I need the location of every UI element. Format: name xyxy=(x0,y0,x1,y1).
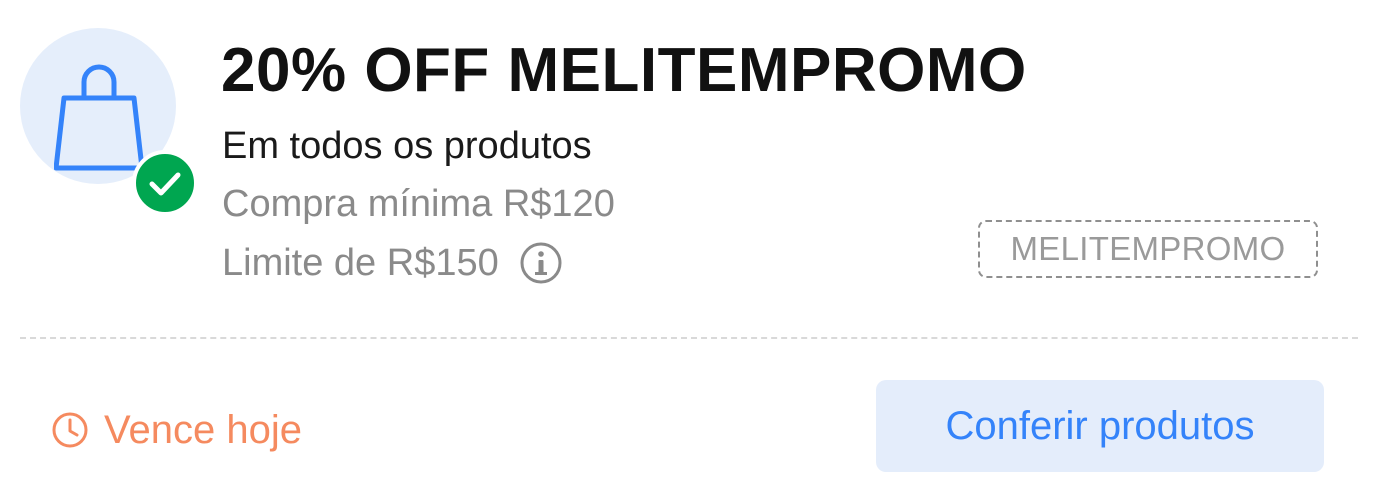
coupon-subtitle: Em todos os produtos xyxy=(222,125,592,167)
coupon-title: 20% OFF MELITEMPROMO xyxy=(221,36,1027,105)
check-circle-icon xyxy=(132,150,198,216)
info-icon[interactable] xyxy=(519,241,563,285)
dashed-divider xyxy=(20,337,1358,339)
coupon-card: 20% OFF MELITEMPROMO Em todos os produto… xyxy=(0,0,1383,500)
minimum-purchase-text: Compra mínima R$120 xyxy=(222,183,615,225)
view-products-button[interactable]: Conferir produtos xyxy=(876,380,1324,472)
expiry-text: Vence hoje xyxy=(104,408,302,452)
limit-text: Limite de R$150 xyxy=(222,242,499,284)
expiry-row: Vence hoje xyxy=(50,405,302,455)
shopping-bag-icon xyxy=(54,64,144,171)
coupon-code-box[interactable]: MELITEMPROMO xyxy=(978,220,1318,278)
coupon-icon xyxy=(20,28,198,216)
limit-row: Limite de R$150 xyxy=(222,240,563,286)
clock-icon xyxy=(52,412,88,448)
